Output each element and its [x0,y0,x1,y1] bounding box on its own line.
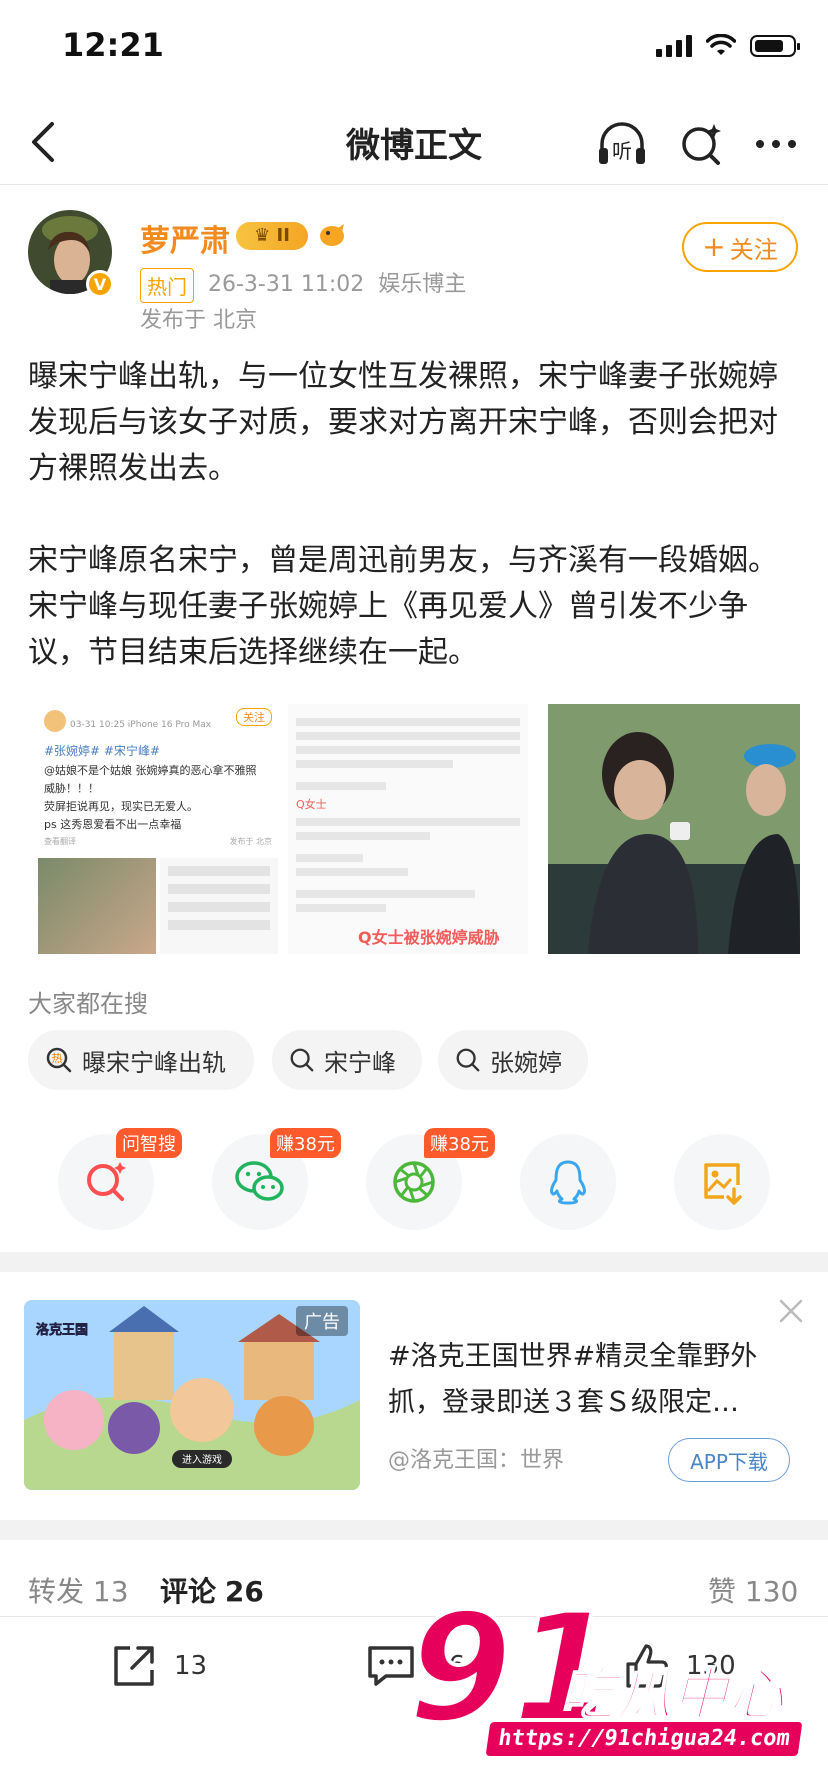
watermark-title: 吃瓜中心 [559,1662,785,1729]
post-image-2[interactable]: Q女士 Q女士被张婉婷威胁 [288,704,528,954]
moments-icon [393,1161,435,1203]
repost-icon [114,1646,154,1686]
mini-footer: 查看翻译 [44,837,76,846]
crown-icon: ♛ [254,225,271,246]
section-divider [0,1520,828,1540]
search-chip-label: 张婉婷 [490,1048,562,1077]
ad-label: 广告 [296,1306,348,1336]
hot-search-icon: 热 [46,1047,72,1073]
search-chip[interactable]: 宋宁峰 [272,1030,422,1090]
follow-button[interactable]: + 关注 [682,222,798,272]
fan-badge-icon [320,224,344,246]
repost-button[interactable]: 13 [108,1640,207,1692]
image-caption: Q女士被张婉婷威胁 [358,928,500,947]
mini-line: @姑娘不是个姑娘 张婉婷真的恶心拿不雅照 [44,764,257,777]
search-chip-label: 宋宁峰 [324,1048,396,1077]
mini-tags: #张婉婷# #宋宁峰# [44,744,161,758]
more-icon[interactable] [752,120,800,168]
qq-share-button[interactable] [520,1134,616,1230]
chat-thumb [160,858,278,954]
section-divider [0,1252,828,1272]
qq-icon [550,1160,586,1205]
search-icon [456,1048,480,1072]
close-icon[interactable] [776,1296,806,1326]
repost-count: 13 [174,1651,208,1681]
photo-scene [548,704,800,954]
ad-source: @洛克王国：世界 [388,1448,565,1473]
mini-line: ps 这秀恩爱看不出一点幸福 [44,818,182,831]
mini-footer: 发布于 北京 [229,837,272,846]
tab-like[interactable]: 赞 130 [708,1570,798,1610]
save-image-button[interactable] [674,1134,770,1230]
search-chip[interactable]: 张婉婷 [438,1030,588,1090]
search-section-title: 大家都在搜 [28,990,148,1018]
save-image-icon [704,1163,742,1205]
search-chip[interactable]: 热 曝宋宁峰出轨 [28,1030,254,1090]
avatar [44,710,66,732]
post-content: 曝宋宁峰出轨，与一位女性互发裸照，宋宁峰妻子张婉婷发现后与该女子对质，要求对方离… [28,354,800,722]
wifi-icon [706,34,736,55]
follow-label: 关注 [729,235,778,264]
share-badge: 赚38元 [270,1128,341,1158]
post-image-3[interactable] [548,704,800,954]
headphone-icon: 听 [599,122,645,164]
status-icons [656,34,800,58]
post-image-1[interactable]: 关注 03-31 10:25 iPhone 16 Pro Max #张婉婷# #… [38,704,278,954]
tab-repost-label: 转发 [28,1575,85,1608]
signal-icon [656,35,692,57]
author-name[interactable]: 萝严肃 [140,216,230,260]
photo-thumb [38,858,156,954]
battery-icon [750,35,800,57]
post-location: 发布于 北京 [140,308,257,333]
wechat-icon [235,1161,284,1201]
tab-like-count: 130 [744,1575,799,1608]
app-download-button[interactable]: APP下载 [668,1438,790,1482]
svg-text:听: 听 [612,139,632,163]
share-badge: 问智搜 [116,1128,182,1158]
search-icon [290,1048,314,1072]
tab-comment-label: 评论 [160,1575,217,1608]
svg-text:热: 热 [52,1052,63,1065]
tab-comment-count: 26 [224,1575,264,1608]
mini-line: 荧屏拒说再见，现实已无爱人。 [44,800,198,813]
hot-tag: 热门 [140,268,194,303]
nav-bar: 微博正文 听 [0,100,828,185]
plus-icon: + [702,230,726,263]
post-meta: 26-3-31 11:02 娱乐博主 [208,266,466,298]
search-ai-icon[interactable] [678,120,726,168]
ad-text[interactable]: #洛克王国世界#精灵全靠野外抓，登录即送３套Ｓ级限定… [388,1334,788,1426]
watermark-url: https://91chigua24.com [485,1722,803,1756]
post-paragraph: 曝宋宁峰出轨，与一位女性互发裸照，宋宁峰妻子张婉婷发现后与该女子对质，要求对方离… [28,359,778,486]
mini-speaker: Q女士 [296,798,327,811]
mini-follow: 关注 [236,708,272,726]
tab-repost[interactable]: 转发 13 [28,1570,129,1610]
author-category: 娱乐博主 [378,272,467,297]
share-badge: 赚38元 [424,1128,495,1158]
mini-time: 03-31 10:25 iPhone 16 Pro Max [70,720,212,730]
post-time: 26-3-31 11:02 [208,272,365,297]
tab-repost-count: 13 [92,1575,129,1608]
svg-text:洛克王国: 洛克王国 [36,1322,88,1338]
listen-button[interactable]: 听 [596,120,645,168]
ai-search-icon [87,1162,126,1201]
verified-badge: V [86,270,114,298]
post-paragraph: 宋宁峰原名宋宁，曾是周迅前男友，与齐溪有一段婚姻。宋宁峰与现任妻子张婉婷上《再见… [28,543,778,670]
svg-text:进入游戏: 进入游戏 [182,1453,222,1466]
status-time: 12:21 [62,26,164,64]
search-chip-label: 曝宋宁峰出轨 [82,1048,226,1077]
level-badge: ♛ II [236,222,308,250]
mini-line: 威胁！！！ [44,782,99,795]
tab-like-label: 赞 [708,1575,737,1608]
tab-comment[interactable]: 评论 26 [160,1570,264,1610]
